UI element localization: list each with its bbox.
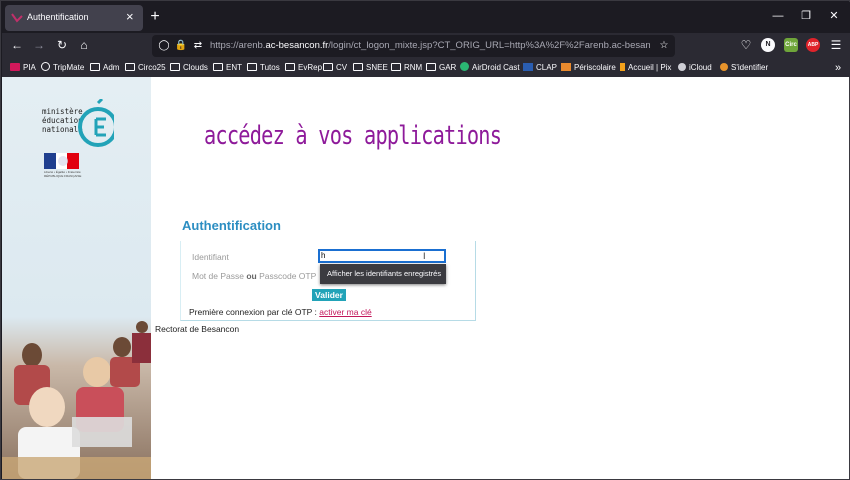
folder-icon — [125, 63, 135, 71]
bookmark-label: CLAP — [536, 63, 557, 72]
bookmark-item[interactable]: EvRep — [285, 62, 322, 74]
identifiant-label: Identifiant — [192, 252, 229, 262]
text-cursor-icon: I — [423, 251, 426, 261]
forward-icon[interactable]: → — [31, 37, 47, 53]
airdroid-icon — [460, 62, 469, 71]
folder-icon — [247, 63, 257, 71]
bookmark-label: EvRep — [298, 63, 323, 72]
bookmark-label: SNEE — [366, 63, 388, 72]
bookmark-item[interactable]: TripMate — [41, 62, 84, 74]
identifiant-input[interactable]: h — [318, 249, 446, 263]
lock-icon[interactable]: 🔒 — [174, 39, 188, 53]
folder-icon — [285, 63, 295, 71]
bookmark-item[interactable]: GAR — [426, 62, 456, 74]
bookmark-label: Circo25 — [138, 63, 166, 72]
bookmarks-bar: PIA TripMate Adm Circo25 Clouds ENT Tutos EvRep… — [2, 59, 850, 77]
url-text[interactable]: https://arenb.ac-besancon.fr/login/ct_lo… — [210, 40, 650, 51]
permissions-icon[interactable]: ⇄ — [191, 39, 205, 53]
bookmark-item[interactable]: ENT — [213, 62, 242, 74]
sidebar-banner: ministère éducation nationale Liberté • … — [2, 77, 151, 479]
page-headline: accédez à vos applications — [204, 121, 502, 151]
web-page: ministère éducation nationale Liberté • … — [2, 77, 849, 479]
new-tab-button[interactable]: + — [147, 8, 163, 26]
bookmark-item[interactable]: Clouds — [170, 62, 208, 74]
extension-badge-icon[interactable]: Circ — [784, 38, 798, 52]
bookmarks-overflow-icon[interactable]: » — [830, 60, 846, 76]
bookmark-label: Périscolaire — [574, 63, 616, 72]
bookmark-item[interactable]: PIA — [10, 62, 36, 74]
shield-icon[interactable]: ◯ — [157, 39, 171, 53]
bookmark-star-icon[interactable]: ☆ — [657, 39, 671, 53]
pocket-icon[interactable]: ♡ — [738, 37, 754, 53]
bookmark-label: ENT — [226, 63, 242, 72]
bookmark-item[interactable]: Adm — [90, 62, 119, 74]
otp-first-connection: Première connexion par clé OTP : activer… — [189, 307, 372, 317]
folder-icon — [353, 63, 363, 71]
user-icon — [720, 63, 728, 71]
browser-window: Authentification × + — ❐ ✕ ← → ↻ ⌂ ◯ 🔒 ⇄… — [0, 0, 850, 480]
bookmark-item[interactable]: Périscolaire — [561, 62, 616, 74]
folder-icon — [391, 63, 401, 71]
site-favicon-icon — [11, 13, 23, 23]
auth-title: Authentification — [182, 218, 281, 233]
folder-icon — [323, 63, 333, 71]
bookmark-item[interactable]: AirDroid Cast — [460, 62, 520, 74]
bookmark-label: S'identifier — [731, 63, 769, 72]
apple-icon — [678, 63, 686, 71]
bookmark-label: Accueil | Pix — [628, 63, 672, 72]
profile-avatar[interactable]: N — [761, 38, 775, 52]
clap-icon — [523, 63, 533, 71]
bookmark-label: PIA — [23, 63, 36, 72]
ministry-e-logo-icon — [78, 99, 114, 147]
password-label: Mot de Passe ou Passcode OTP — [192, 271, 317, 281]
tab-authentification[interactable]: Authentification × — [5, 5, 143, 31]
bookmark-label: CV — [336, 63, 348, 72]
bookmark-item[interactable]: CV — [323, 62, 347, 74]
folder-icon — [170, 63, 180, 71]
globe-icon — [41, 62, 50, 71]
tab-title: Authentification — [27, 12, 89, 22]
bookmark-label: Tutos — [260, 63, 280, 72]
folder-icon — [90, 63, 100, 71]
bookmark-label: GAR — [439, 63, 457, 72]
periscolaire-icon — [561, 63, 571, 71]
adblock-icon[interactable]: ABP — [806, 38, 820, 52]
saved-logins-dropdown-item[interactable]: Afficher les identifiants enregistrés — [320, 264, 446, 284]
bookmark-item[interactable]: RNM — [391, 62, 422, 74]
flag-caption: Liberté • Égalité • Fraternité RÉPUBLIQU… — [44, 170, 82, 178]
bookmark-item[interactable]: Tutos — [247, 62, 280, 74]
valider-button[interactable]: Valider — [312, 289, 346, 301]
reload-icon[interactable]: ↻ — [54, 37, 70, 53]
bookmark-label: iCloud — [689, 63, 712, 72]
bookmark-item[interactable]: CLAP — [523, 62, 557, 74]
bookmark-label: Adm — [103, 63, 120, 72]
tab-strip: Authentification × + — ❐ ✕ — [2, 2, 850, 33]
pix-icon — [620, 63, 625, 71]
bookmark-label: TripMate — [53, 63, 85, 72]
url-bar[interactable]: ◯ 🔒 ⇄ https://arenb.ac-besancon.fr/login… — [152, 35, 675, 57]
pia-icon — [10, 63, 20, 71]
restore-icon[interactable]: ❐ — [799, 9, 813, 23]
bookmark-item[interactable]: S'identifier — [720, 62, 768, 74]
republique-francaise-logo-icon — [44, 153, 79, 169]
home-icon[interactable]: ⌂ — [76, 37, 92, 53]
bookmark-item[interactable]: iCloud — [678, 62, 712, 74]
back-icon[interactable]: ← — [9, 37, 25, 53]
bookmark-label: RNM — [404, 63, 423, 72]
tab-close-icon[interactable]: × — [126, 9, 134, 25]
minimize-icon[interactable]: — — [771, 9, 785, 23]
classroom-photo — [2, 317, 151, 479]
folder-icon — [426, 63, 436, 71]
bookmark-label: Clouds — [183, 63, 208, 72]
bookmark-item[interactable]: SNEE — [353, 62, 388, 74]
bookmark-item[interactable]: Accueil | Pix — [620, 62, 671, 74]
bookmark-label: AirDroid Cast — [472, 63, 520, 72]
nav-bar: ← → ↻ ⌂ ◯ 🔒 ⇄ https://arenb.ac-besancon.… — [2, 33, 850, 59]
window-close-icon[interactable]: ✕ — [827, 9, 841, 23]
folder-icon — [213, 63, 223, 71]
footer-rectorat: Rectorat de Besancon — [155, 324, 240, 334]
bookmark-item[interactable]: Circo25 — [125, 62, 166, 74]
menu-icon[interactable]: ☰ — [828, 37, 844, 53]
activate-key-link[interactable]: activer ma clé — [319, 307, 371, 317]
